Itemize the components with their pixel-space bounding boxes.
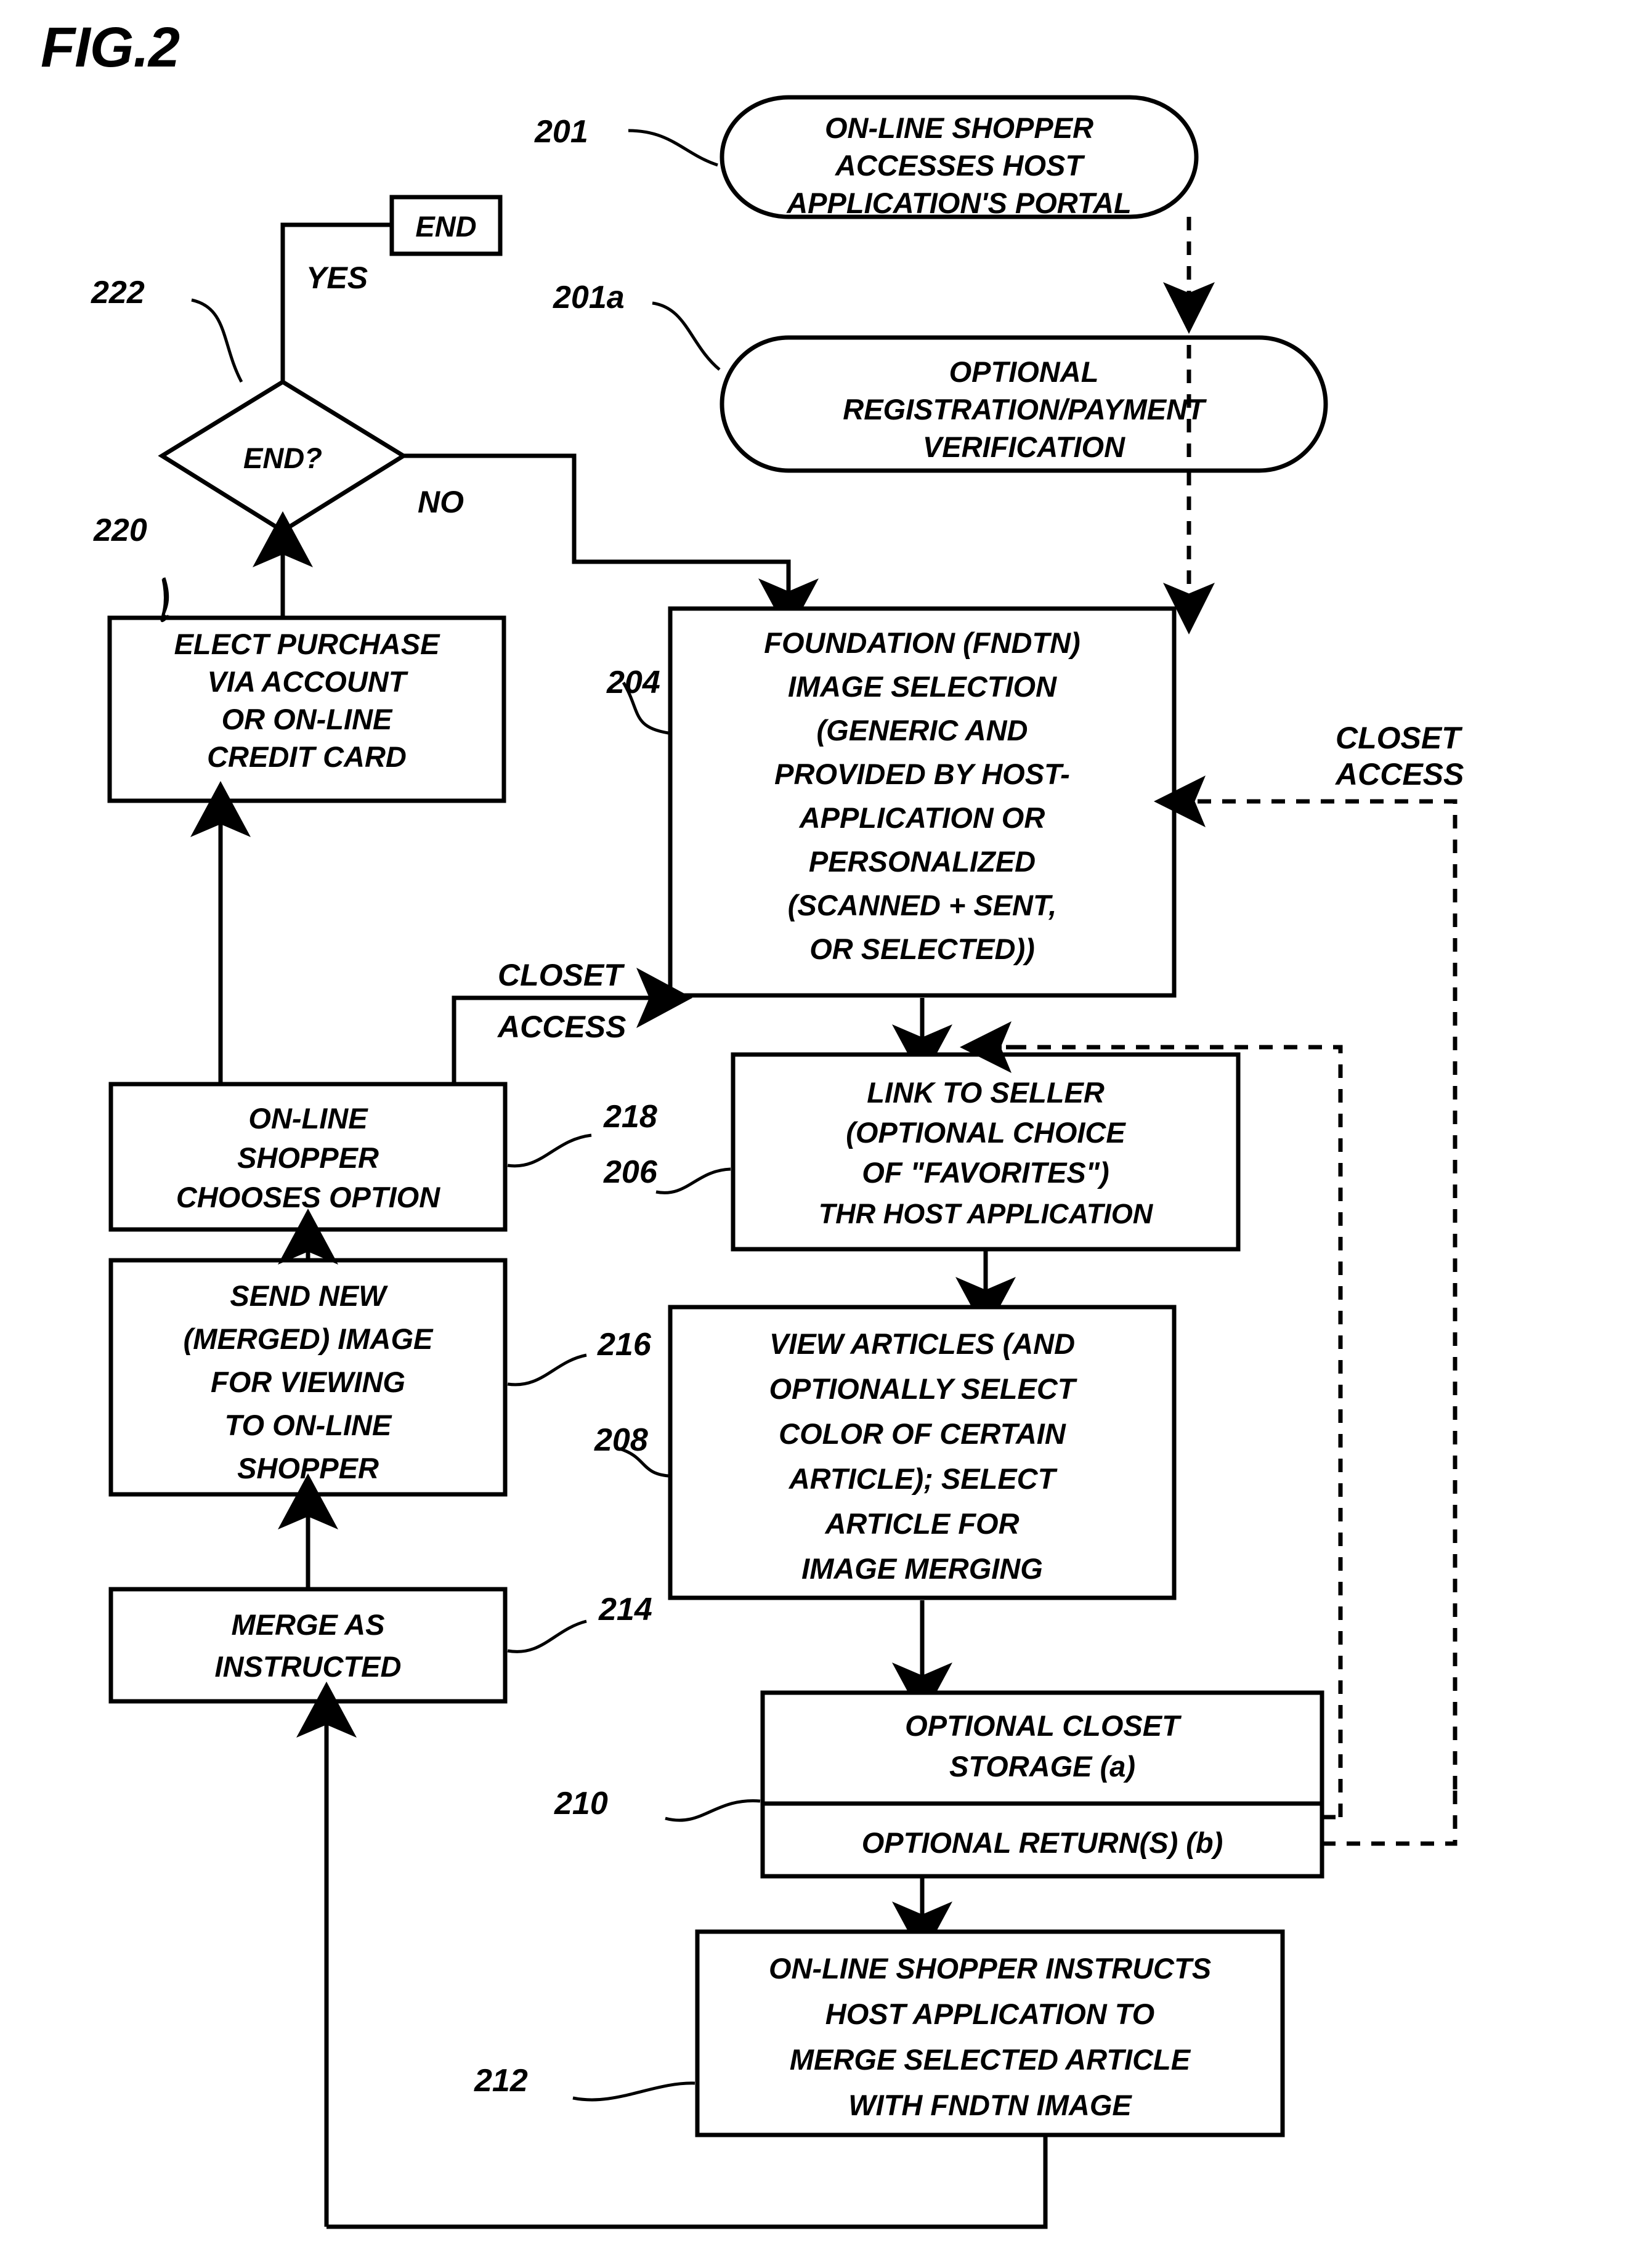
ref-number-214: 214 — [598, 1592, 652, 1627]
ref-number-210: 210 — [554, 1786, 608, 1821]
node-end-label: END — [415, 210, 476, 243]
node-208-line-4: ARTICLE FOR — [824, 1507, 1019, 1540]
leader-210 — [665, 1799, 761, 1822]
node-218-line-0: ON-LINE — [248, 1102, 368, 1135]
node-206-line-1: (OPTIONAL CHOICE — [846, 1116, 1126, 1149]
node-201a-line-2: VERIFICATION — [923, 431, 1125, 463]
node-214-shape — [108, 1587, 508, 1704]
node-220-line-0: ELECT PURCHASE — [174, 628, 441, 660]
node-220-line-2: OR ON-LINE — [222, 703, 393, 735]
leader-216 — [507, 1353, 587, 1387]
node-201-line-1: ACCESSES HOST — [835, 149, 1085, 182]
node-216-line-4: SHOPPER — [237, 1452, 379, 1484]
figure-2-flowchart: FIG.2 ON-LINE SHOPPER ACCESSES HOST APPL… — [0, 0, 1630, 2268]
ref-number-220: 220 — [93, 512, 147, 548]
edge-label-no: NO — [418, 485, 464, 519]
leader-214 — [507, 1619, 587, 1653]
leader-201 — [628, 129, 718, 167]
node-216-line-0: SEND NEW — [230, 1279, 388, 1312]
node-206-line-0: LINK TO SELLER — [867, 1076, 1105, 1109]
node-210-top-line-1: STORAGE (a) — [949, 1750, 1135, 1783]
node-204-line-4: APPLICATION OR — [799, 801, 1045, 834]
node-220-line-1: VIA ACCOUNT — [208, 665, 409, 698]
node-212-line-1: HOST APPLICATION TO — [825, 1998, 1154, 2030]
node-218-line-1: SHOPPER — [237, 1141, 379, 1174]
node-214-line-1: INSTRUCTED — [215, 1650, 402, 1683]
node-201-line-0: ON-LINE SHOPPER — [825, 111, 1093, 144]
leader-212 — [572, 2081, 695, 2102]
leader-206 — [655, 1167, 731, 1194]
edge-label-yes: YES — [306, 261, 368, 295]
ref-number-201a: 201a — [553, 280, 625, 315]
node-208-line-0: VIEW ARTICLES (AND — [769, 1327, 1075, 1360]
edge-212-feedback-horizontal — [326, 2135, 1048, 2229]
ref-number-201: 201 — [534, 114, 588, 150]
node-201-line-2: APPLICATION'S PORTAL — [786, 187, 1132, 219]
flowchart-canvas: FIG.2 ON-LINE SHOPPER ACCESSES HOST APPL… — [41, 16, 1464, 2229]
node-204-line-0: FOUNDATION (FNDTN) — [764, 626, 1080, 659]
node-206-line-3: THR HOST APPLICATION — [819, 1198, 1154, 1229]
node-204-line-1: IMAGE SELECTION — [788, 670, 1057, 703]
edge-yes-to-end — [280, 222, 390, 382]
node-208-line-1: OPTIONALLY SELECT — [769, 1372, 1077, 1405]
node-214-line-0: MERGE AS — [232, 1608, 385, 1641]
node-208-line-5: IMAGE MERGING — [801, 1552, 1043, 1585]
node-216-line-3: TO ON-LINE — [225, 1409, 392, 1441]
edge-closet-return-a-to-204 — [1154, 776, 1458, 1789]
figure-title: FIG.2 — [41, 16, 180, 79]
node-201a-line-1: REGISTRATION/PAYMENT — [843, 393, 1207, 426]
node-210-top-line-0: OPTIONAL CLOSET — [905, 1709, 1182, 1742]
edge-no-to-204 — [403, 453, 819, 634]
leader-222 — [191, 298, 243, 383]
edge-label-closet-access-left-line1: CLOSET — [498, 958, 625, 992]
ref-number-212: 212 — [474, 2063, 528, 2099]
ref-number-218: 218 — [603, 1099, 657, 1135]
node-212-line-0: ON-LINE SHOPPER INSTRUCTS — [769, 1952, 1211, 1985]
node-222-label: END? — [243, 442, 322, 474]
edge-label-closet-access-right-line1: CLOSET — [1336, 721, 1463, 755]
ref-number-206: 206 — [603, 1154, 658, 1190]
node-218-line-2: CHOOSES OPTION — [176, 1181, 440, 1213]
edge-label-closet-access-right-line2: ACCESS — [1334, 757, 1464, 792]
edge-label-closet-access-left-line2: ACCESS — [497, 1010, 626, 1044]
node-212-line-2: MERGE SELECTED ARTICLE — [790, 2043, 1191, 2076]
ref-number-222: 222 — [91, 275, 145, 310]
node-201a-line-0: OPTIONAL — [949, 355, 1099, 388]
node-210-bottom-line-0: OPTIONAL RETURN(S) (b) — [862, 1826, 1223, 1859]
node-204-line-6: (SCANNED + SENT, — [788, 889, 1057, 921]
node-216-line-2: FOR VIEWING — [211, 1366, 405, 1398]
node-220-line-3: CREDIT CARD — [207, 740, 407, 773]
ref-number-216: 216 — [597, 1327, 652, 1363]
node-204-line-2: (GENERIC AND — [817, 714, 1028, 747]
node-204-line-7: OR SELECTED)) — [809, 933, 1035, 965]
node-212-line-3: WITH FNDTN IMAGE — [848, 2089, 1132, 2121]
leader-201a — [652, 301, 721, 371]
ref-number-204: 204 — [606, 665, 660, 700]
node-204-line-5: PERSONALIZED — [809, 845, 1036, 878]
node-208-line-2: COLOR OF CERTAIN — [779, 1417, 1066, 1450]
node-208-line-3: ARTICLE); SELECT — [789, 1462, 1058, 1495]
leader-218 — [507, 1133, 592, 1168]
node-206-line-2: OF "FAVORITES") — [862, 1156, 1109, 1189]
node-204-line-3: PROVIDED BY HOST- — [774, 758, 1070, 790]
ref-number-208: 208 — [594, 1422, 648, 1458]
node-216-line-1: (MERGED) IMAGE — [184, 1322, 434, 1355]
